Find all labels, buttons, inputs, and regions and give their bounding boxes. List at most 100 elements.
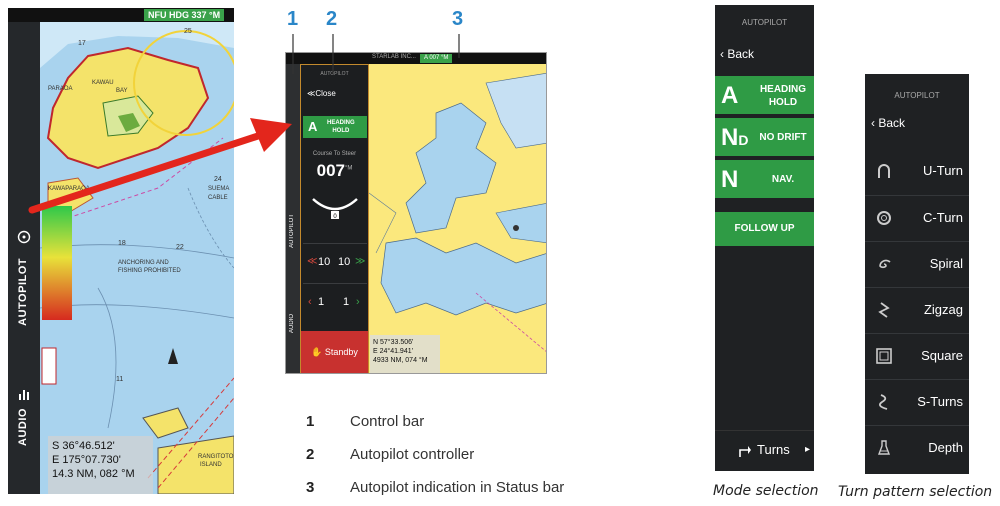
mode-label: NO DRIFT	[759, 132, 807, 143]
course-to-steer-label: Course To Steer	[312, 151, 357, 157]
starboard-1-button[interactable]: ›	[356, 296, 360, 308]
back-button[interactable]: ‹ Back	[720, 47, 754, 61]
zigzag-icon	[878, 302, 890, 318]
chart-label: ANCHORING AND	[118, 260, 169, 266]
turns-label: Turns	[757, 442, 790, 457]
mode-letter: N	[721, 166, 739, 193]
turn-item-u-turn[interactable]: U-Turn	[865, 149, 969, 195]
callout-1: 1	[287, 8, 299, 30]
mode-label-line1: HEADING	[327, 120, 355, 126]
chart-label: RANGITOTO	[198, 454, 234, 460]
mode-label-line2: HOLD	[332, 128, 350, 134]
turn-item-label: Depth	[928, 440, 963, 455]
mode-letter: ND	[721, 124, 748, 152]
panel-title: AUTOPILOT	[894, 91, 940, 100]
control-bar-audio-label[interactable]: AUDIO	[17, 408, 29, 446]
mode-label-line2: HOLD	[768, 97, 798, 108]
position-readout: S 36°46.512' E 175°07.730' 14.3 NM, 082 …	[48, 436, 153, 494]
latitude: N 57°33.506'	[373, 339, 414, 346]
chart-label: 17	[78, 40, 86, 47]
turn-item-spiral[interactable]: Spiral	[865, 241, 969, 287]
mode-letter: A	[721, 82, 739, 109]
turn-item-label: Spiral	[929, 256, 963, 271]
turn-pattern-panel: AUTOPILOT ‹ Back U-Turn C-Turn Spiral Zi…	[865, 74, 969, 474]
chart-label: KAWAPARAOA	[48, 186, 90, 192]
legend-number: 1	[306, 413, 315, 430]
mode-nav-button[interactable]: N NAV.	[715, 160, 814, 200]
legend-text: Control bar	[350, 413, 425, 430]
legend-item-3: 3 Autopilot indication in Status bar	[306, 479, 564, 497]
turn-arrow-icon	[739, 446, 751, 457]
course-unit: °M	[344, 165, 353, 172]
starboard-10-button[interactable]: ≫	[355, 256, 365, 267]
control-bar: AUTOPILOT AUDIO	[286, 64, 300, 373]
mode-no-drift-button[interactable]: ND NO DRIFT	[715, 118, 814, 158]
turn-item-label: U-Turn	[923, 163, 963, 178]
chevron-right-icon: ▸	[805, 444, 811, 455]
turn-item-label: C-Turn	[923, 210, 963, 225]
status-text: STARLAB INC...	[372, 54, 416, 60]
starboard-10-value: 10	[338, 256, 351, 268]
panel-title: AUTOPILOT	[741, 18, 788, 27]
chart-label: ISLAND	[200, 462, 222, 468]
turn-pattern-caption: Turn pattern selection	[838, 484, 993, 500]
port-10-button[interactable]: ≪	[307, 256, 317, 267]
mode-letter-main: N	[721, 124, 739, 151]
mode-label: NAV.	[771, 174, 795, 185]
turn-item-zigzag[interactable]: Zigzag	[865, 287, 969, 333]
nautical-chart	[39, 22, 234, 494]
chevron-left-icon: ‹	[720, 47, 724, 61]
close-button[interactable]: ≪Close	[307, 89, 336, 98]
turn-item-s-turns[interactable]: S-Turns	[865, 379, 969, 425]
control-bar-autopilot-label[interactable]: AUTOPILOT	[17, 258, 29, 326]
legend-number: 3	[306, 479, 315, 496]
legend-text: Autopilot indication in Status bar	[350, 479, 565, 496]
hand-icon: ✋	[311, 347, 323, 357]
turns-button[interactable]: Turns ▸	[715, 430, 814, 470]
autopilot-screen-screenshot: STARLAB INC... A 007 °M AUTOPILOT AUDIO …	[285, 52, 547, 374]
chart-label: SUEMA	[208, 186, 230, 192]
status-bar: NFU HDG 337 °M	[8, 8, 234, 22]
left-chart-screenshot: 17 25 KAWAU BAY PARAOA KAWAPARAOA 24 SUE…	[8, 8, 234, 494]
chart-label: FISHING PROHIBITED	[118, 268, 181, 274]
control-bar: AUTOPILOT AUDIO	[8, 22, 40, 494]
depth-icon	[877, 440, 891, 455]
chart-label: BAY	[116, 88, 128, 94]
follow-up-button[interactable]: FOLLOW UP	[715, 212, 814, 246]
square-icon	[876, 348, 892, 364]
callout-3: 3	[452, 8, 464, 30]
autopilot-heading-badge[interactable]: NFU HDG 337 °M	[144, 9, 225, 21]
back-button[interactable]: ‹ Back	[871, 116, 905, 130]
mode-button[interactable]: A HEADING HOLD	[303, 116, 367, 138]
longitude: E 24°41.941'	[373, 348, 413, 355]
chart-label: 25	[184, 28, 192, 35]
turn-item-square[interactable]: Square	[865, 333, 969, 379]
mode-selection-caption: Mode selection	[713, 483, 819, 499]
range-bearing: 4933 NM, 074 °M	[373, 357, 428, 364]
control-bar-audio-label[interactable]: AUDIO	[289, 314, 295, 333]
standby-button[interactable]: ✋ Standby	[301, 331, 368, 373]
chart-label: 22	[176, 244, 184, 251]
port-starboard-10-row: ≪ 10 10 ≫	[303, 243, 367, 279]
c-turn-icon	[877, 211, 891, 225]
course-value: 007°M	[301, 161, 368, 181]
mode-label-line1: HEADING	[759, 84, 807, 95]
position-readout: N 57°33.506' E 24°41.941' 4933 NM, 074 °…	[370, 335, 440, 373]
turn-item-label: Zigzag	[923, 302, 963, 317]
mode-heading-hold-button[interactable]: A HEADING HOLD	[715, 76, 814, 116]
port-1-button[interactable]: ‹	[308, 296, 312, 308]
chart-label: PARAOA	[48, 86, 73, 92]
legend-item-2: 2 Autopilot controller	[306, 446, 474, 464]
turn-item-c-turn[interactable]: C-Turn	[865, 195, 969, 241]
control-bar-autopilot-label[interactable]: AUTOPILOT	[289, 214, 295, 248]
back-label: Back	[727, 47, 755, 61]
chart-label: CABLE	[208, 195, 228, 201]
chart-label: KAWAU	[92, 80, 114, 86]
chart-label: 18	[118, 240, 126, 247]
autopilot-status-indicator[interactable]: A 007 °M	[420, 54, 453, 63]
legend-item-1: 1 Control bar	[306, 413, 424, 431]
mode-label: HEADING HOLD	[753, 83, 813, 109]
rudder-indicator-icon: 0	[312, 198, 358, 220]
turn-item-depth[interactable]: Depth	[865, 425, 969, 471]
chevron-left-icon: ‹	[871, 116, 875, 130]
